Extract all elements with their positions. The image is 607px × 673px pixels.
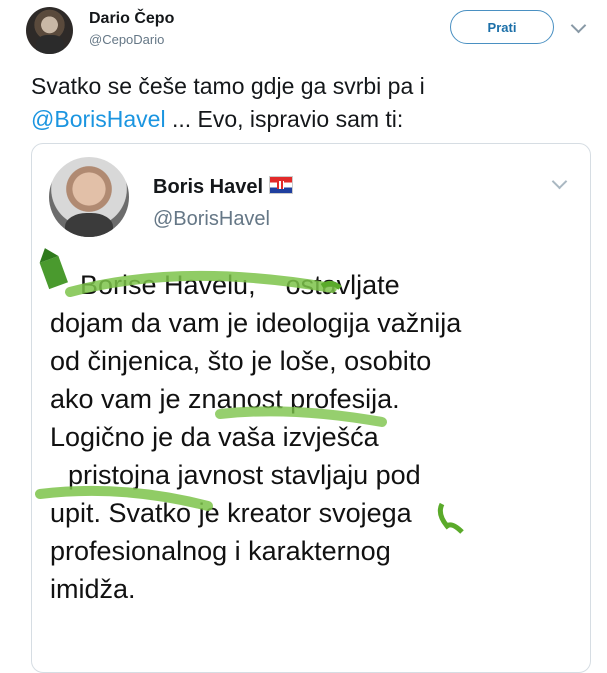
- quoted-author-handle[interactable]: @BorisHavel: [153, 208, 270, 231]
- quoted-author-name-text: Boris Havel: [153, 176, 264, 198]
- mention-link[interactable]: @BorisHavel: [31, 106, 166, 132]
- tweet-text-before: Svatko se češe tamo gdje ga svrbi pa i: [31, 73, 425, 99]
- tweet-text-after: ... Evo, ispravio sam ti:: [165, 106, 404, 132]
- quoted-line: Logično je da vaša izvješća: [50, 422, 379, 452]
- author-handle[interactable]: @CepoDario: [89, 32, 164, 47]
- chevron-down-icon[interactable]: [570, 17, 587, 34]
- quoted-line: Borise Havelu, ostavljate: [80, 270, 400, 300]
- quoted-line: profesionalnog i karakternog: [50, 536, 391, 566]
- follow-button[interactable]: Prati: [450, 10, 554, 44]
- chevron-down-icon[interactable]: [551, 173, 568, 190]
- author-avatar[interactable]: [26, 7, 73, 54]
- quoted-line: imidža.: [50, 574, 136, 604]
- tweet-text: Svatko se češe tamo gdje ga svrbi pa i @…: [31, 70, 591, 136]
- quoted-tweet-body: Borise Havelu, ostavljate dojam da vam j…: [50, 266, 582, 608]
- quoted-line: ako vam je znanost profesija.: [50, 384, 400, 414]
- quoted-line: dojam da vam je ideologija važnija: [50, 308, 462, 338]
- quoted-line: od činjenica, što je loše, osobito: [50, 346, 432, 376]
- quoted-line: pristojna javnost stavljaju pod: [68, 460, 421, 490]
- quoted-tweet-card[interactable]: Boris Havel @BorisHavel Borise Havelu, o…: [31, 143, 591, 673]
- quoted-author-name[interactable]: Boris Havel: [153, 176, 294, 199]
- author-name[interactable]: Dario Čepo: [89, 10, 174, 28]
- quoted-author-avatar[interactable]: [49, 157, 129, 237]
- croatian-flag-icon: [269, 176, 294, 194]
- quoted-line: upit. Svatko je kreator svojega: [50, 498, 412, 528]
